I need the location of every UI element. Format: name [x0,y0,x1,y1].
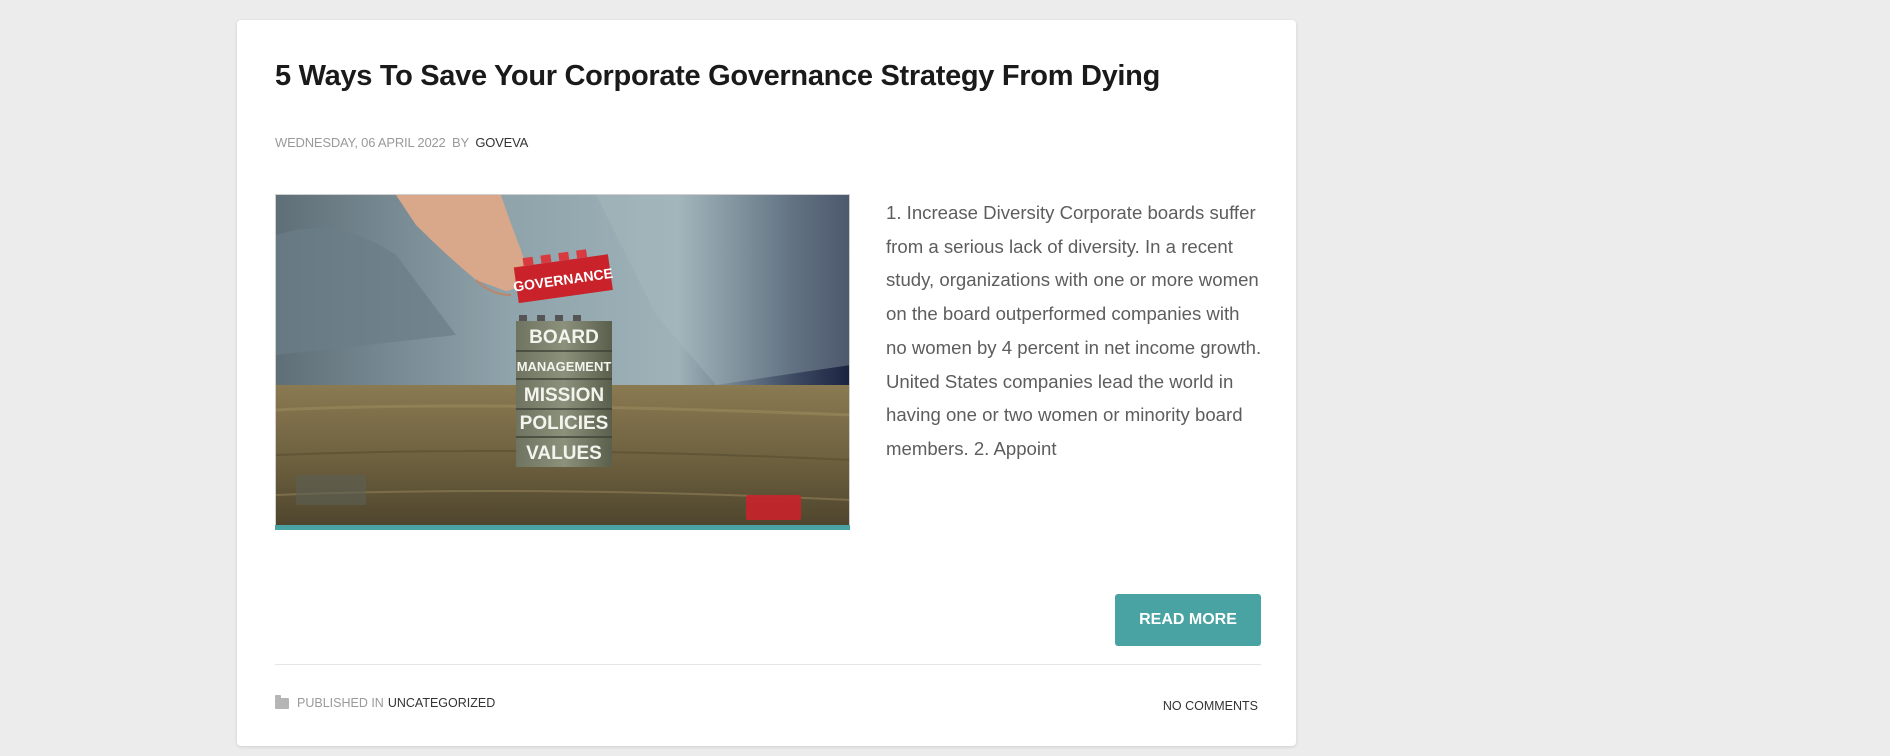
published-in-label: PUBLISHED IN [297,696,384,710]
post-card: 5 Ways To Save Your Corporate Governance… [237,20,1296,746]
block-policies: POLICIES [520,413,609,434]
post-title[interactable]: 5 Ways To Save Your Corporate Governance… [275,60,1160,93]
post-by-label: BY [451,135,469,150]
thumbnail-accent-bar [275,525,850,530]
post-thumbnail-image: GOVERNANCE BOARD MANAGEMENT MISSION POLI… [276,195,849,526]
category-link[interactable]: UNCATEGORIZED [388,696,495,710]
read-more-button[interactable]: READ MORE [1115,594,1261,646]
block-mission: MISSION [524,385,604,406]
post-author-link[interactable]: GOVEVA [475,135,528,150]
block-management: MANAGEMENT [517,359,612,374]
post-date: WEDNESDAY, 06 APRIL 2022 [275,135,446,150]
post-thumbnail[interactable]: GOVERNANCE BOARD MANAGEMENT MISSION POLI… [275,194,850,526]
footer-divider [275,664,1261,665]
post-category: PUBLISHED IN UNCATEGORIZED [275,694,495,710]
folder-icon [275,694,289,709]
post-excerpt: 1. Increase Diversity Corporate boards s… [886,202,1262,459]
post-meta: WEDNESDAY, 06 APRIL 2022 BY GOVEVA [275,135,528,150]
comments-link[interactable]: NO COMMENTS [1163,699,1258,713]
block-board: BOARD [529,327,599,348]
block-values: VALUES [526,443,602,464]
